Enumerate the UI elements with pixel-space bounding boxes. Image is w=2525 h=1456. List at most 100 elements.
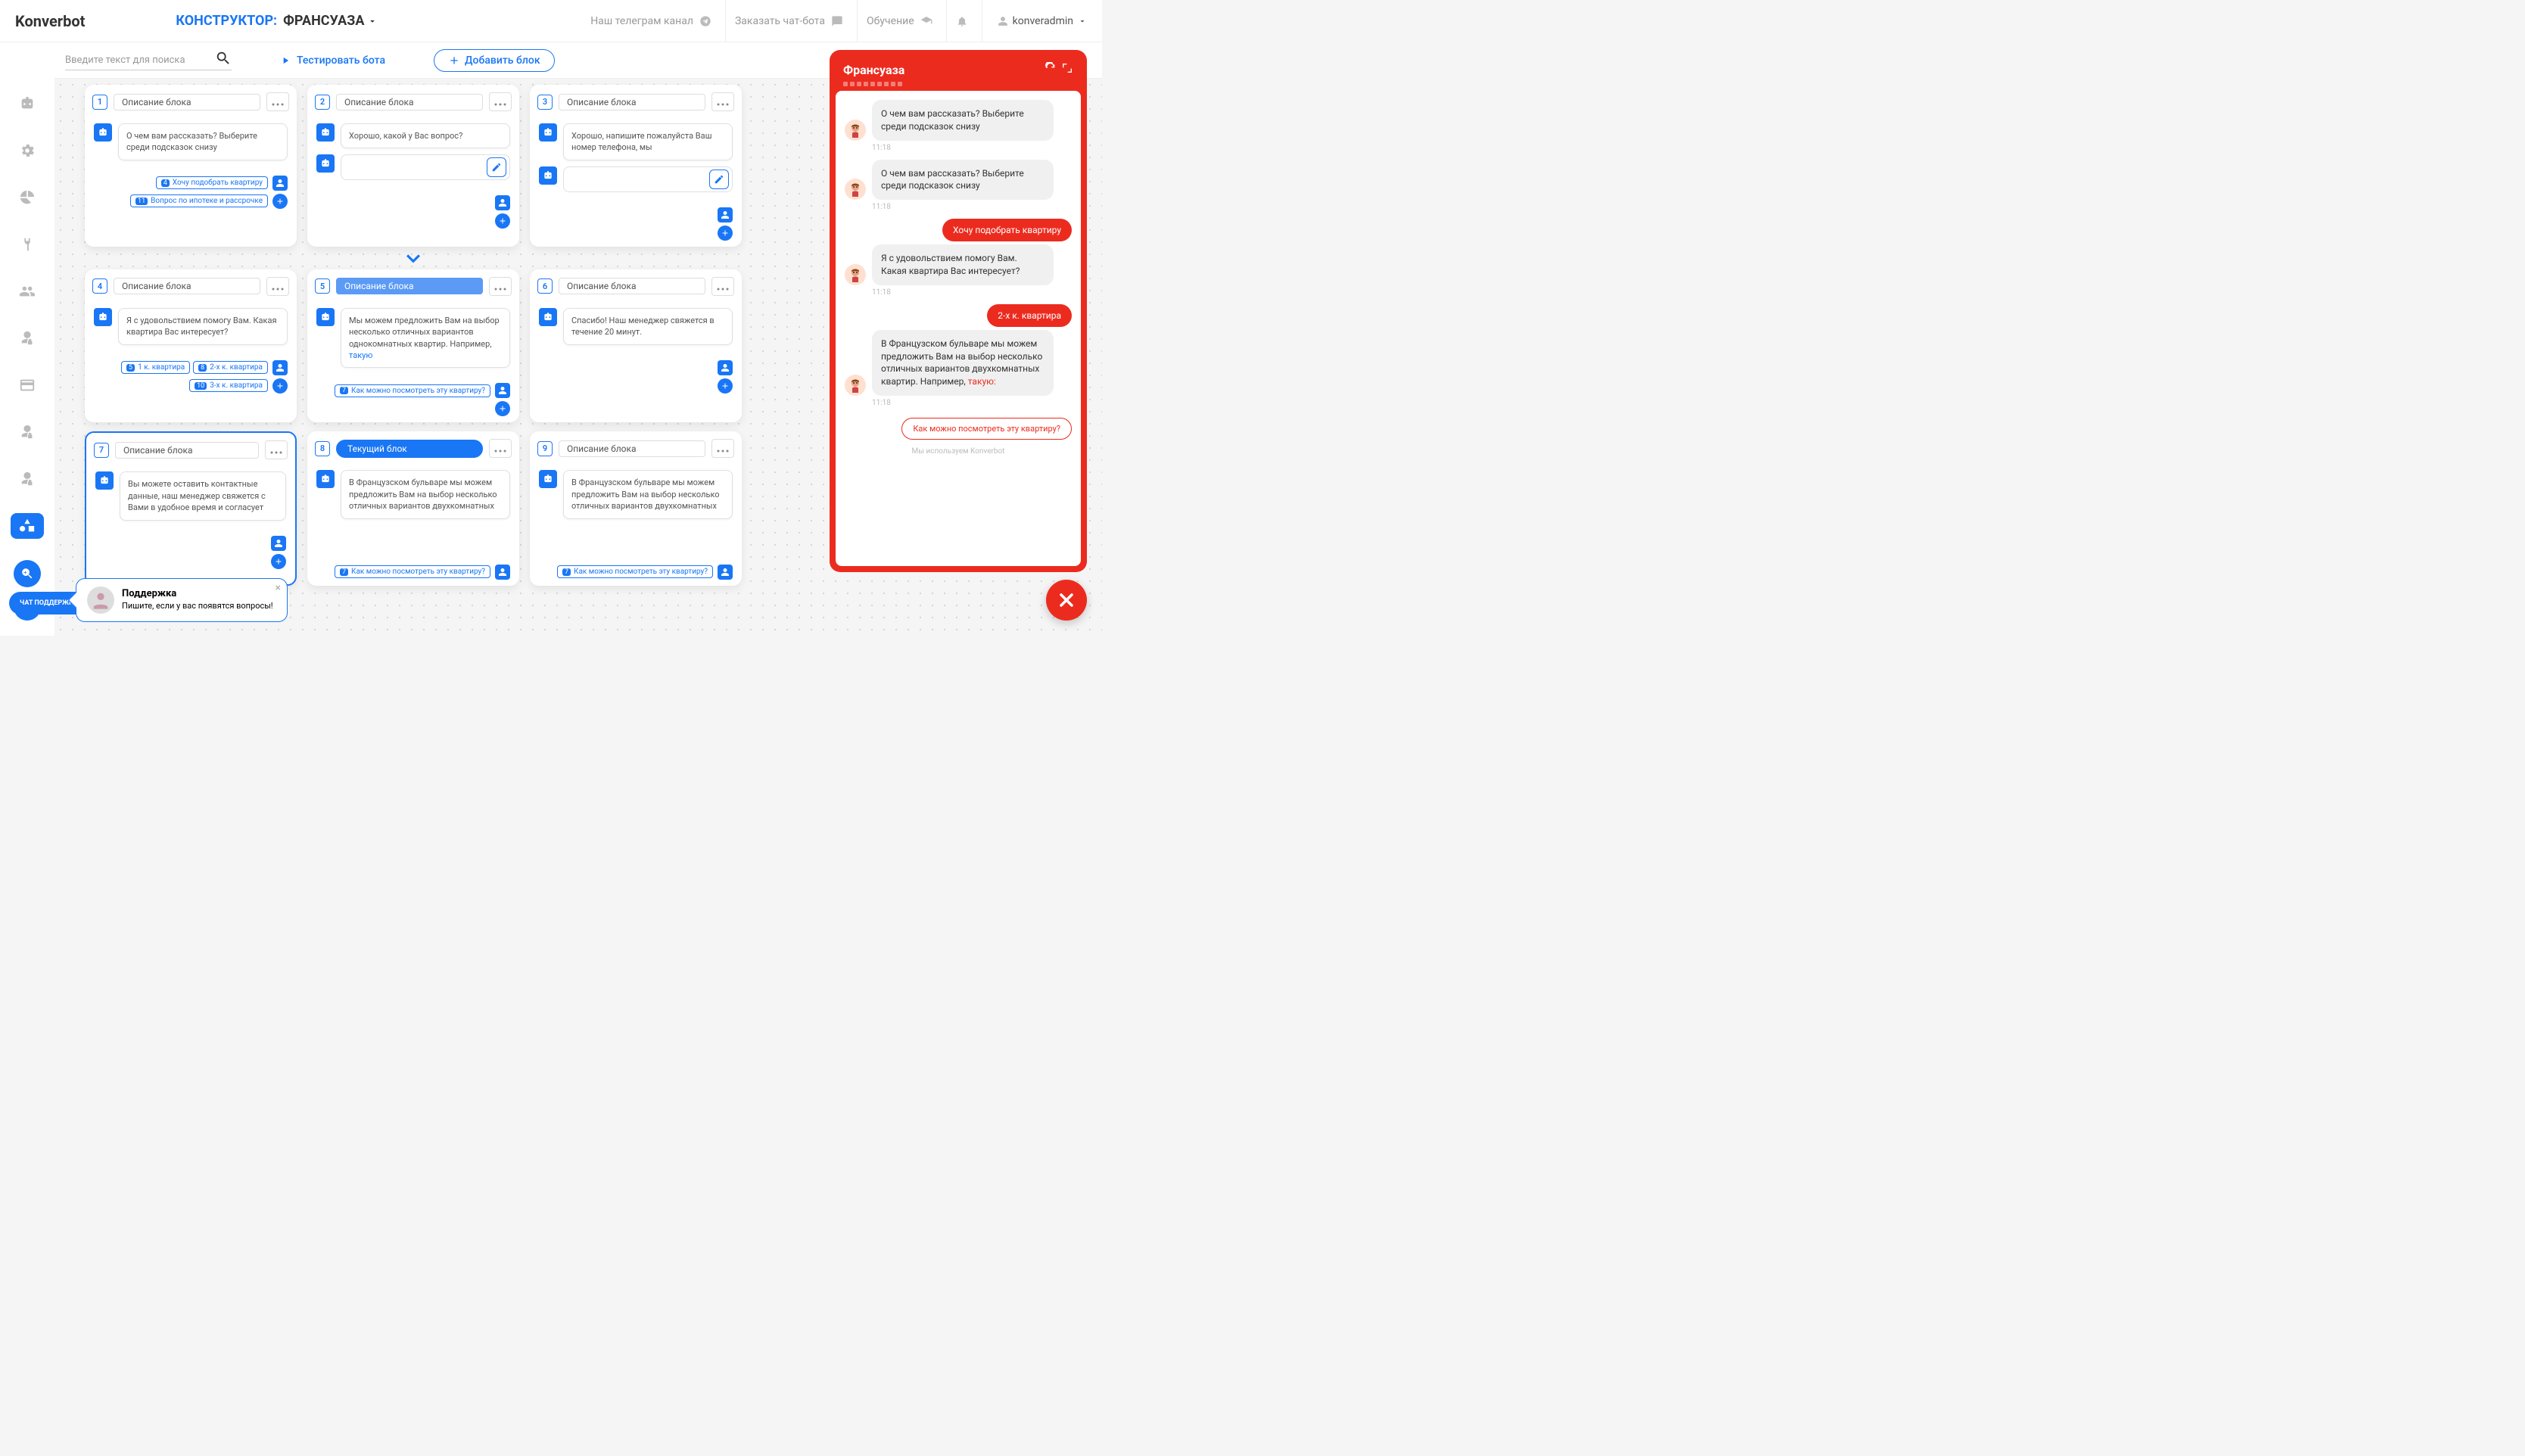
sidebar-item-bot[interactable] xyxy=(11,91,44,117)
block-title[interactable]: Описание блока xyxy=(115,442,259,459)
edit-button[interactable] xyxy=(709,170,729,189)
block-title[interactable]: Описание блока xyxy=(559,440,705,457)
block-menu-button[interactable] xyxy=(489,277,512,296)
chat-refresh-button[interactable] xyxy=(1045,62,1057,77)
block-message[interactable]: Вы можете оставить контактные данные, на… xyxy=(120,471,286,520)
sidebar-item-constructor[interactable] xyxy=(11,513,44,539)
chip[interactable]: 103-х к. квартира xyxy=(189,379,268,392)
block-message[interactable]: В Французском бульваре мы можем предложи… xyxy=(563,470,733,518)
add-chip-button[interactable] xyxy=(718,226,733,241)
block-title[interactable]: Описание блока xyxy=(336,278,483,294)
block-number: 7 xyxy=(94,443,109,458)
block-title[interactable]: Текущий блок xyxy=(336,440,483,458)
sidebar-item-lock1[interactable] xyxy=(11,419,44,445)
add-chip-button[interactable] xyxy=(495,213,510,229)
chip[interactable]: 4Хочу подобрать квартиру xyxy=(156,176,268,189)
block-message[interactable]: Я с удовольствием помогу Вам. Какая квар… xyxy=(118,308,288,345)
add-block-button[interactable]: Добавить блок xyxy=(434,49,555,72)
training-link[interactable]: Обучение xyxy=(857,0,942,42)
graduation-icon xyxy=(920,15,932,27)
bot-icon xyxy=(94,123,112,142)
add-chip-button[interactable] xyxy=(271,554,286,569)
chip[interactable]: 82-х к. квартира xyxy=(193,361,268,374)
sidebar-item-settings[interactable] xyxy=(11,138,44,163)
block-4[interactable]: 4 Описание блока Я с удовольствием помог… xyxy=(85,269,297,423)
user-menu[interactable]: konveradmin xyxy=(982,0,1087,42)
block-title[interactable]: Описание блока xyxy=(559,94,705,110)
sidebar-item-users[interactable] xyxy=(11,278,44,304)
zoom-in-icon xyxy=(20,567,34,580)
block-input-field[interactable] xyxy=(341,154,510,180)
sidebar-item-lock2[interactable] xyxy=(11,466,44,492)
block-message[interactable]: В Французском бульваре мы можем предложи… xyxy=(341,470,510,518)
block-1[interactable]: 1 Описание блока О чем вам рассказать? В… xyxy=(85,85,297,247)
gears-icon xyxy=(19,142,36,159)
block-title[interactable]: Описание блока xyxy=(114,94,260,110)
add-chip-button[interactable] xyxy=(718,378,733,394)
block-menu-button[interactable] xyxy=(489,439,512,458)
sidebar-item-billing[interactable] xyxy=(11,372,44,398)
add-chip-button[interactable] xyxy=(272,378,288,394)
support-text: Поддержка Пишите, если у вас появятся во… xyxy=(122,588,273,611)
block-3[interactable]: 3 Описание блока Хорошо, напишите пожалу… xyxy=(530,85,742,247)
block-menu-button[interactable] xyxy=(266,277,289,296)
users-icon xyxy=(19,283,36,300)
app-header: Konverbot КОНСТРУКТОР: ФРАНСУАЗА Наш тел… xyxy=(0,0,1102,42)
block-message[interactable]: Хорошо, какой у Вас вопрос? xyxy=(341,123,510,148)
chat-suggestion[interactable]: Как можно посмотреть эту квартиру? xyxy=(901,418,1072,440)
block-title[interactable]: Описание блока xyxy=(336,94,483,110)
zoom-in-button[interactable] xyxy=(14,560,41,587)
block-5[interactable]: 5 Описание блока Мы можем предложить Вам… xyxy=(307,269,519,423)
block-menu-button[interactable] xyxy=(489,92,512,111)
chat-expand-button[interactable] xyxy=(1061,62,1073,77)
search-button[interactable] xyxy=(215,50,232,70)
block-menu-button[interactable] xyxy=(266,92,289,111)
bot-name-dropdown[interactable]: ФРАНСУАЗА xyxy=(283,13,378,29)
block-menu-button[interactable] xyxy=(711,439,734,458)
block-message[interactable]: Мы можем предложить Вам на выбор несколь… xyxy=(341,308,510,369)
logo: Konverbot xyxy=(15,12,85,30)
edit-button[interactable] xyxy=(487,157,506,177)
chip[interactable]: 7Как можно посмотреть эту квартиру? xyxy=(335,384,490,397)
support-close-button[interactable]: × xyxy=(276,582,281,594)
block-7[interactable]: 7 Описание блока Вы можете оставить конт… xyxy=(85,431,297,585)
sidebar-item-stats[interactable] xyxy=(11,185,44,210)
order-bot-link[interactable]: Заказать чат-бота xyxy=(725,0,852,42)
telegram-icon xyxy=(699,15,711,27)
play-icon xyxy=(280,55,291,66)
block-message[interactable]: О чем вам рассказать? Выберите среди под… xyxy=(118,123,288,160)
plus-icon xyxy=(448,54,460,67)
block-9[interactable]: 9 Описание блока В Французском бульваре … xyxy=(530,431,742,585)
block-message[interactable]: Спасибо! Наш менеджер свяжется в течение… xyxy=(563,308,733,345)
chat-bot-message: О чем вам рассказать? Выберите среди под… xyxy=(845,160,1072,201)
telegram-link[interactable]: Наш телеграм канал xyxy=(581,0,721,42)
block-title[interactable]: Описание блока xyxy=(114,278,260,294)
block-menu-button[interactable] xyxy=(265,440,288,459)
chat-body[interactable]: О чем вам рассказать? Выберите среди под… xyxy=(836,91,1081,566)
chat-bubble: Хочу подобрать квартиру xyxy=(942,219,1072,241)
chip[interactable]: 7Как можно посмотреть эту квартиру? xyxy=(557,565,713,578)
add-chip-button[interactable] xyxy=(495,401,510,416)
sidebar-item-access[interactable] xyxy=(11,325,44,351)
block-input-field[interactable] xyxy=(563,166,733,192)
chip[interactable]: 7Как можно посмотреть эту квартиру? xyxy=(335,565,490,578)
block-menu-button[interactable] xyxy=(711,277,734,296)
block-number: 8 xyxy=(315,441,330,456)
block-message[interactable]: Хорошо, напишите пожалуйста Ваш номер те… xyxy=(563,123,733,160)
block-menu-button[interactable] xyxy=(711,92,734,111)
block-6[interactable]: 6 Описание блока Спасибо! Наш менеджер с… xyxy=(530,269,742,423)
add-chip-button[interactable] xyxy=(272,194,288,209)
test-bot-button[interactable]: Тестировать бота xyxy=(280,54,385,67)
block-2[interactable]: 2 Описание блока Хорошо, какой у Вас воп… xyxy=(307,85,519,247)
robot-icon xyxy=(19,95,36,112)
search-input[interactable] xyxy=(65,51,215,69)
block-title[interactable]: Описание блока xyxy=(559,278,705,294)
close-chat-fab[interactable] xyxy=(1046,580,1087,621)
block-8[interactable]: 8 Текущий блок В Французском бульваре мы… xyxy=(307,431,519,585)
chip[interactable]: 11Вопрос по ипотеке и рассрочке xyxy=(130,194,268,207)
chip[interactable]: 51 к. квартира xyxy=(121,361,190,374)
block-number: 2 xyxy=(315,95,330,110)
sidebar-item-integrations[interactable] xyxy=(11,232,44,257)
notifications-button[interactable] xyxy=(946,0,977,42)
chat-dots xyxy=(836,82,1081,91)
